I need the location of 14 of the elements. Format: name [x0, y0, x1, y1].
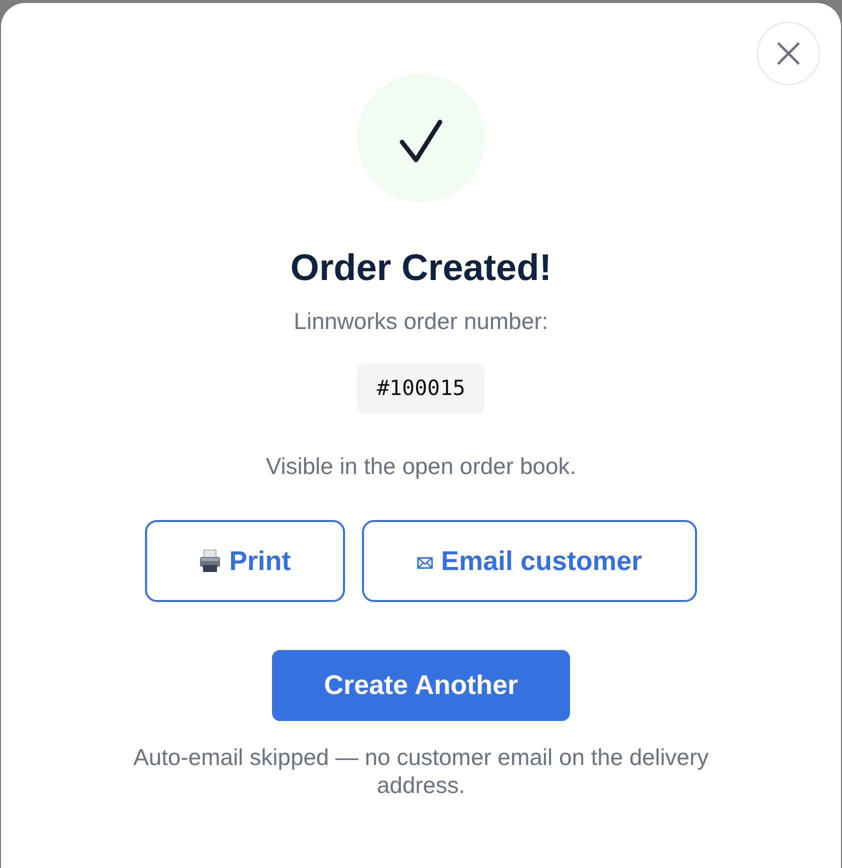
footer-note: Auto-email skipped — no customer email on the delivery address.: [132, 743, 710, 799]
button-label: Print: [229, 544, 291, 578]
envelope-icon: [416, 556, 433, 568]
close-icon: [777, 42, 800, 65]
order-number-label: Linnworks order number:: [294, 307, 548, 335]
button-label: Email customer: [440, 544, 642, 578]
printer-icon: [199, 549, 222, 573]
success-check-icon: [357, 74, 485, 202]
order-number: #100015: [356, 363, 486, 414]
email-button[interactable]: Email customer: [362, 520, 697, 602]
order-note: Visible in the open order book.: [266, 452, 576, 480]
print-button[interactable]: Print: [145, 520, 345, 602]
dialog-title: Order Created!: [290, 247, 552, 289]
create-another-button[interactable]: Create Another: [272, 650, 570, 721]
